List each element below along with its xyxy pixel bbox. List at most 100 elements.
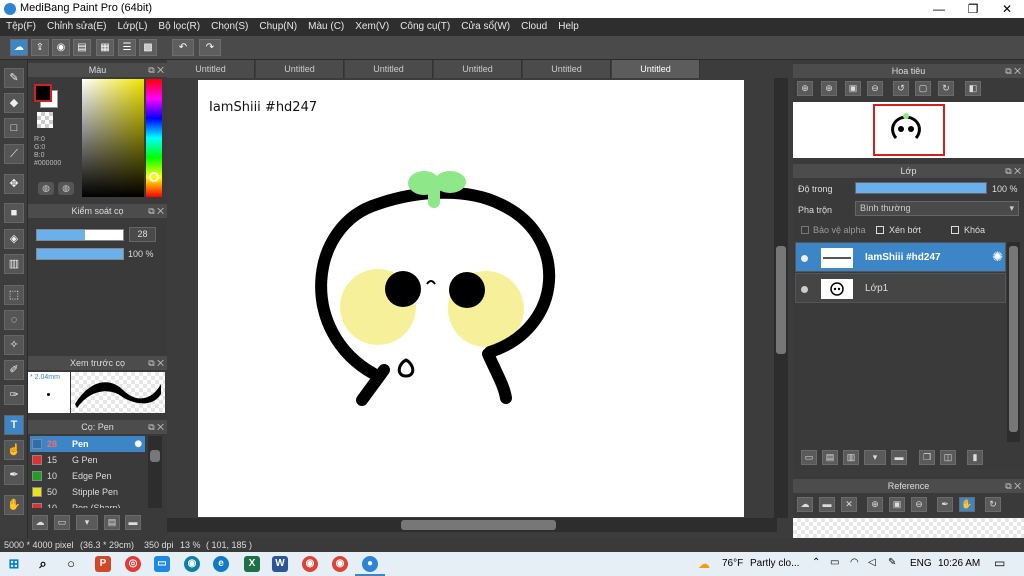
zoom-out-icon[interactable]: ⊖ (867, 81, 883, 96)
clipping-checkbox[interactable] (876, 226, 884, 234)
gear-icon[interactable]: ✺ (134, 436, 142, 452)
weather-text[interactable]: Partly clo... (750, 558, 799, 569)
layer-folder-icon[interactable]: ▬ (891, 450, 907, 465)
chrome-icon[interactable]: ◉ (332, 556, 348, 572)
zoom-in-icon[interactable]: ⊕ (797, 81, 813, 96)
zoom-in-icon[interactable]: ⊕ (821, 81, 837, 96)
brush-item-stipple-pen[interactable]: 50 Stipple Pen (30, 484, 145, 500)
hand-tool-icon[interactable]: ✋ (4, 495, 24, 515)
monitor-icon[interactable]: ▭ (154, 556, 170, 572)
eyedropper-icon[interactable]: ✒ (4, 465, 24, 485)
eye-icon[interactable] (801, 255, 808, 262)
brush-item-g-pen[interactable]: 15 G Pen (30, 452, 145, 468)
gear-icon[interactable]: ✺ (992, 249, 1003, 265)
language-indicator[interactable]: ENG (910, 558, 932, 569)
menu-filter[interactable]: Bộ lọc(R) (152, 18, 205, 32)
zoom-in-icon[interactable]: ⊕ (867, 497, 883, 512)
eraser-tool-icon[interactable]: ◆ (4, 93, 24, 113)
close-button[interactable]: ✕ (990, 0, 1024, 18)
doc-tab-2[interactable]: Untitled (256, 60, 344, 78)
panel-close-icon[interactable]: ⧉ ✕ (148, 204, 164, 218)
foreground-color-swatch[interactable] (34, 84, 52, 102)
panel-close-icon[interactable]: ⧉ ✕ (148, 420, 164, 434)
notification-icon[interactable]: ▭ (994, 556, 1005, 570)
rotate-right-icon[interactable]: ↻ (938, 81, 954, 96)
redo-icon[interactable]: ↷ (199, 39, 221, 56)
menu-select[interactable]: Chọn(S) (205, 18, 253, 32)
edge-icon[interactable]: e (213, 556, 229, 572)
select-rect-icon[interactable]: ⬚ (4, 285, 24, 305)
comment-icon[interactable]: ▤ (73, 39, 91, 56)
fit-icon[interactable]: ▣ (845, 81, 861, 96)
select-eraser-icon[interactable]: ✑ (4, 385, 24, 405)
panel-close-icon[interactable]: ⧉ ✕ (1005, 64, 1021, 78)
merge-layer-icon[interactable]: ◫ (940, 450, 956, 465)
menu-edit[interactable]: Chỉnh sửa(E) (41, 18, 112, 32)
doc-tab-4[interactable]: Untitled (434, 60, 522, 78)
menu-capture[interactable]: Chụp(N) (253, 18, 302, 32)
add-brush-icon[interactable]: ▾ (76, 515, 98, 530)
rotate-left-icon[interactable]: ↺ (893, 81, 909, 96)
new-layer-icon[interactable]: ▭ (801, 450, 817, 465)
new-brush-icon[interactable]: ▭ (54, 515, 70, 530)
menu-help[interactable]: Help (552, 18, 584, 32)
brush-tool-icon[interactable]: ✎ (4, 68, 24, 88)
rotate-icon[interactable]: ↻ (985, 497, 1001, 512)
menu-color[interactable]: Màu (C) (302, 18, 349, 32)
hand-icon[interactable]: ✋ (959, 497, 975, 512)
new-8bit-layer-icon[interactable]: ▥ (843, 450, 859, 465)
brush-item-pen[interactable]: 28 Pen ✺ (30, 436, 145, 452)
move-tool-icon[interactable]: ✥ (4, 174, 24, 194)
menu-layer[interactable]: Lớp(L) (112, 18, 153, 32)
palette-add-icon[interactable]: ◍ (58, 182, 74, 195)
gradient-tool-icon[interactable]: ▥ (4, 254, 24, 274)
hue-handle[interactable] (149, 172, 159, 182)
panel-close-icon[interactable]: ⧉ ✕ (1005, 479, 1021, 493)
blend-mode-select[interactable]: Bình thường ▾ (855, 201, 1019, 216)
folder-icon[interactable]: ▬ (125, 515, 141, 530)
brush-size-value[interactable]: 28 (129, 227, 156, 242)
close-reference-icon[interactable]: ✕ (841, 497, 857, 512)
bucket-tool-icon[interactable]: ◈ (4, 229, 24, 249)
cloud-brush-icon[interactable]: ☁ (32, 515, 48, 530)
battery-icon[interactable]: ▭ (830, 557, 839, 568)
minimize-button[interactable]: — (922, 0, 956, 18)
canvas-paper[interactable]: IamShiii #hd247 (198, 80, 744, 517)
open-folder-icon[interactable]: ▬ (819, 497, 835, 512)
maximize-button[interactable]: ❐ (956, 0, 990, 18)
cloud-icon[interactable]: ☁ (10, 39, 28, 56)
layer-row[interactable]: IamShiii #hd247 ✺ (795, 242, 1006, 272)
layer-scrollbar[interactable] (1007, 242, 1020, 442)
menu-window[interactable]: Cửa sổ(W) (455, 18, 515, 32)
shape-tool-icon[interactable]: □ (4, 118, 24, 138)
weather-temp[interactable]: 76°F (722, 558, 743, 569)
eye-icon[interactable] (801, 286, 808, 293)
brush-opacity-slider[interactable] (36, 248, 124, 260)
transparent-swatch[interactable] (37, 112, 53, 128)
doc-tab-1[interactable]: Untitled (167, 60, 255, 78)
powerpoint-icon[interactable]: P (95, 556, 111, 572)
world-icon[interactable]: ◉ (184, 556, 200, 572)
magic-wand-icon[interactable]: ✧ (4, 335, 24, 355)
doc-tab-3[interactable]: Untitled (345, 60, 433, 78)
cloud-upload-icon[interactable]: ☁ (797, 497, 813, 512)
actual-size-icon[interactable]: ▢ (915, 81, 931, 96)
new-halftone-layer-icon[interactable]: ▤ (822, 450, 838, 465)
medibang-icon[interactable]: ● (362, 556, 378, 572)
text-tool-icon[interactable]: T (4, 415, 24, 435)
layer-opacity-slider[interactable] (855, 182, 987, 194)
panel-close-icon[interactable]: ⧉ ✕ (1005, 164, 1021, 178)
select-pen-icon[interactable]: ✐ (4, 360, 24, 380)
lock-checkbox[interactable] (951, 226, 959, 234)
app-icon[interactable]: ◎ (125, 556, 141, 572)
fit-icon[interactable]: ▣ (889, 497, 905, 512)
canvas-horizontal-scrollbar[interactable] (167, 518, 777, 532)
brush-item-edge-pen[interactable]: 10 Edge Pen (30, 468, 145, 484)
doc-tab-6[interactable]: Untitled (612, 60, 700, 78)
wifi-icon[interactable]: ◠ (850, 557, 859, 568)
color-saturation-picker[interactable] (82, 79, 144, 197)
doc-tab-5[interactable]: Untitled (523, 60, 611, 78)
excel-icon[interactable]: X (244, 556, 260, 572)
pen-icon[interactable]: ✎ (888, 557, 896, 568)
panel-close-icon[interactable]: ⧉ ✕ (148, 356, 164, 370)
